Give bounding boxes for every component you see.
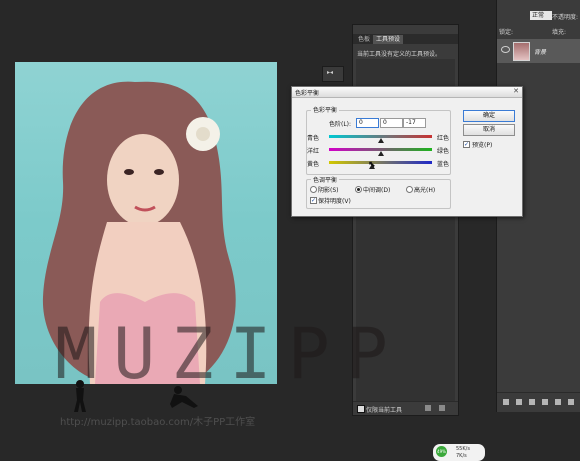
blend-mode-select[interactable]: 正常 — [530, 11, 552, 20]
slider-label-yellow: 黄色 — [307, 161, 320, 168]
panel-grip-icon[interactable]: ▸◂ — [327, 69, 333, 76]
radio-label-highlights: 高光(H) — [414, 187, 436, 194]
yellow-blue-slider[interactable] — [329, 161, 432, 164]
level-input-yellow-blue[interactable]: -17 — [403, 118, 426, 128]
current-tool-only-label: 仅限当前工具 — [366, 407, 403, 414]
tone-balance-group-label: 色调平衡 — [311, 175, 340, 184]
new-layer-icon[interactable] — [555, 399, 561, 405]
link-icon[interactable] — [503, 399, 509, 405]
collapsed-panel[interactable]: ▸◂ — [322, 66, 344, 82]
speed-percent: 49% — [436, 446, 447, 457]
preserve-luminosity-checkbox[interactable]: ✓ — [310, 197, 317, 204]
layer-thumbnail — [513, 42, 530, 61]
mouse-pointer-icon: ⬉ — [368, 160, 376, 170]
slider-label-green: 绿色 — [437, 148, 450, 155]
dialog-title: 色彩平衡 — [295, 90, 320, 97]
silhouette-figures — [74, 380, 198, 412]
level-input-cyan-red[interactable]: 0 — [356, 118, 379, 128]
fx-icon[interactable] — [516, 399, 522, 405]
radio-label-midtones: 中间调(D) — [363, 187, 391, 194]
ok-button[interactable]: 确定 — [463, 110, 515, 122]
slider-label-magenta: 洋红 — [307, 148, 320, 155]
slider-thumb-magenta-green[interactable] — [377, 151, 384, 156]
panel-tab-bar: 色板 工具预设 — [353, 34, 458, 44]
upload-speed: 55K/s — [456, 446, 470, 452]
fill-label: 填充: — [552, 29, 567, 36]
trash-icon[interactable] — [439, 405, 445, 411]
no-presets-message: 当前工具没有定义的工具预设。 — [357, 51, 442, 58]
tab-swatches[interactable]: 色板 — [355, 35, 373, 44]
visibility-eye-icon[interactable] — [501, 46, 510, 53]
lock-label: 锁定: — [499, 29, 514, 36]
network-speed-widget[interactable]: 49% 55K/s 7K/s — [433, 444, 485, 461]
close-icon[interactable]: ✕ — [513, 87, 519, 95]
layer-row[interactable]: 背景 — [497, 39, 580, 63]
new-preset-icon[interactable] — [425, 405, 431, 411]
layers-footer — [497, 392, 580, 413]
slider-label-blue: 蓝色 — [437, 161, 450, 168]
preview-label: 预览(P) — [472, 142, 493, 149]
panel-footer: 仅限当前工具 — [353, 401, 458, 415]
preserve-luminosity-label: 保持明度(V) — [318, 198, 351, 205]
radio-shadows[interactable] — [310, 186, 317, 193]
watermark-url: http://muzipp.taobao.com/木子PP工作室 — [60, 417, 256, 428]
radio-midtones[interactable] — [355, 186, 362, 193]
trash-icon[interactable] — [568, 399, 574, 405]
color-balance-group-label: 色彩平衡 — [311, 105, 340, 114]
mask-icon[interactable] — [529, 399, 535, 405]
level-input-magenta-green[interactable]: 0 — [380, 118, 403, 128]
radio-highlights[interactable] — [406, 186, 413, 193]
slider-label-red: 红色 — [437, 135, 450, 142]
slider-label-cyan: 青色 — [307, 135, 320, 142]
download-speed: 7K/s — [456, 453, 467, 459]
layer-name: 背景 — [534, 49, 547, 56]
radio-label-shadows: 阴影(S) — [318, 187, 339, 194]
dialog-titlebar[interactable]: 色彩平衡 ✕ — [292, 87, 522, 98]
preview-checkbox[interactable]: ✓ — [463, 141, 470, 148]
current-tool-only-checkbox[interactable] — [357, 405, 365, 413]
slider-thumb-cyan-red[interactable] — [377, 138, 384, 143]
color-balance-dialog: 色彩平衡 ✕ 色彩平衡 色阶(L): 0 0 -17 青色 红色 洋红 绿色 黄… — [291, 86, 523, 217]
tab-tool-presets[interactable]: 工具预设 — [373, 35, 404, 44]
opacity-label: 不透明度: — [552, 14, 579, 21]
adjustment-icon[interactable] — [542, 399, 548, 405]
cancel-button[interactable]: 取消 — [463, 124, 515, 136]
levels-label: 色阶(L): — [329, 121, 352, 128]
